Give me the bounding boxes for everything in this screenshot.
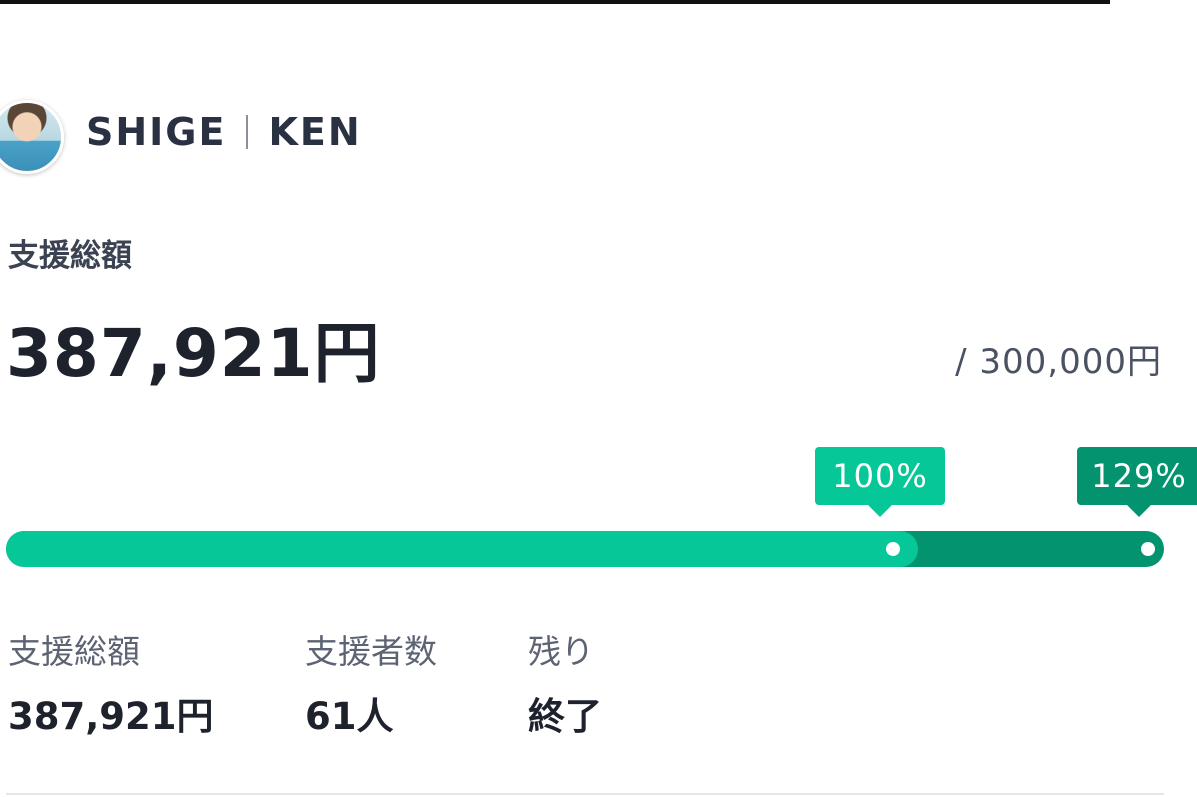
progress-bar: [6, 531, 1164, 567]
section-divider: [6, 793, 1164, 795]
author-name-first: SHIGE: [86, 110, 227, 154]
title-underline: [0, 0, 1110, 4]
name-separator: [246, 115, 249, 149]
total-label: 支援総額: [8, 238, 132, 274]
progress-bar-goal-fill: [6, 531, 918, 567]
total-amount: 387,921円: [6, 315, 381, 392]
cropped-project-title: [0, 0, 1110, 6]
current-marker-dot: [1141, 542, 1155, 556]
stat-backers-label: 支援者数: [305, 632, 437, 671]
goal-percent-tag: 100%: [815, 447, 945, 517]
author-name-last: KEN: [268, 110, 362, 154]
current-percent-tag: 129%: [1077, 447, 1197, 517]
author-avatar[interactable]: [0, 100, 64, 174]
stat-backers-value: 61人: [305, 695, 394, 738]
project-funding-panel: SHIGE KEN 支援総額 387,921円 / 300,000円 100% 1…: [0, 0, 1197, 797]
stat-remaining-label: 残り: [528, 632, 594, 671]
stat-total-value: 387,921円: [8, 695, 214, 738]
goal-marker-dot: [885, 542, 900, 556]
goal-amount: / 300,000円: [955, 342, 1162, 382]
author-name[interactable]: SHIGE KEN: [86, 110, 362, 154]
stat-remaining-value: 終了: [528, 695, 602, 738]
stat-total-label: 支援総額: [8, 632, 140, 671]
